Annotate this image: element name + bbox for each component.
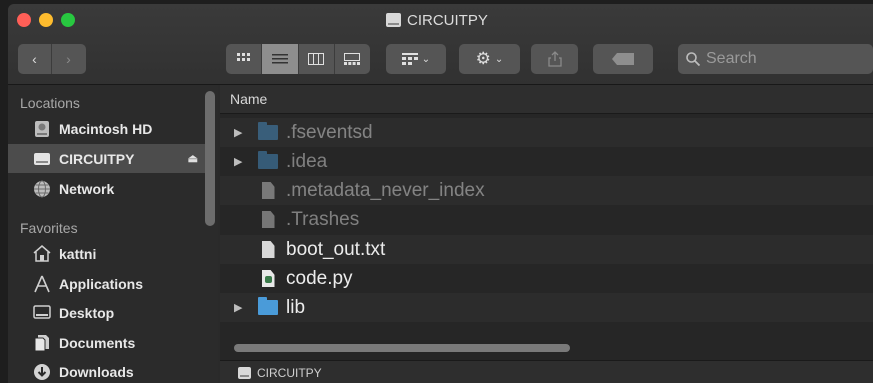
file-name: boot_out.txt <box>286 238 386 260</box>
home-icon <box>32 245 52 263</box>
external-drive-icon <box>238 366 251 379</box>
back-button[interactable]: ‹ <box>18 44 52 74</box>
window-title: CIRCUITPY <box>386 11 488 29</box>
file-name: .Trashes <box>286 208 360 230</box>
sidebar-item-documents[interactable]: Documents <box>8 328 208 357</box>
sidebar-scrollbar[interactable] <box>205 91 215 226</box>
window-title-text: CIRCUITPY <box>407 11 488 29</box>
file-name: .metadata_never_index <box>286 179 485 201</box>
list-item[interactable]: boot_out.txt <box>220 235 873 264</box>
file-name: lib <box>286 296 306 318</box>
document-icon <box>258 210 278 230</box>
sidebar-item-circuitpy[interactable]: CIRCUITPY ⏏ <box>8 144 208 173</box>
sidebar-item-label: Network <box>59 180 115 197</box>
file-list: Name ▶ .fseventsd ▶ .idea .metadata_neve… <box>220 85 873 383</box>
action-menu-button[interactable]: ⚙ ⌄ <box>459 44 520 74</box>
column-header-name[interactable]: Name <box>220 85 873 114</box>
list-item[interactable]: code.py <box>220 264 873 293</box>
icon-view-button[interactable] <box>226 44 263 74</box>
disclosure-triangle-icon[interactable]: ▶ <box>234 155 246 168</box>
downloads-icon <box>32 363 52 381</box>
column-view-icon <box>308 53 325 65</box>
list-item[interactable]: ▶ lib <box>220 293 873 322</box>
sidebar-item-kattni[interactable]: kattni <box>8 239 208 268</box>
search-placeholder: Search <box>706 50 757 67</box>
sidebar-item-macintosh-hd[interactable]: Macintosh HD <box>8 114 208 143</box>
column-view-button[interactable] <box>299 44 335 74</box>
sidebar: Locations Macintosh HD CIRCUITPY ⏏ Netwo… <box>8 85 218 383</box>
tag-button[interactable] <box>593 44 653 74</box>
finder-window: CIRCUITPY ‹ › ⌄ ⚙ ⌄ Search Locations Mac… <box>8 4 873 383</box>
applications-icon <box>32 275 52 293</box>
sidebar-section-locations: Locations <box>20 95 80 111</box>
python-file-icon <box>258 269 278 289</box>
chevron-down-icon: ⌄ <box>421 53 431 65</box>
list-item[interactable]: ▶ .idea <box>220 147 873 176</box>
view-mode-buttons <box>226 44 370 74</box>
file-name: .fseventsd <box>286 121 373 143</box>
gear-icon: ⚙ <box>475 49 491 68</box>
path-bar: CIRCUITPY <box>220 360 873 383</box>
close-window-button[interactable] <box>17 13 31 27</box>
sidebar-item-label: Desktop <box>59 304 115 321</box>
share-button[interactable] <box>531 44 578 74</box>
file-name: .idea <box>286 150 328 172</box>
disclosure-triangle-icon[interactable]: ▶ <box>234 126 246 139</box>
sidebar-item-downloads[interactable]: Downloads <box>8 357 208 383</box>
sidebar-item-desktop[interactable]: Desktop <box>8 298 208 327</box>
text-document-icon <box>258 240 278 260</box>
disclosure-triangle-icon[interactable]: ▶ <box>234 301 246 314</box>
chevron-down-icon: ⌄ <box>494 53 504 65</box>
icon-view-icon <box>236 53 250 61</box>
sidebar-section-favorites: Favorites <box>20 220 78 236</box>
desktop-icon <box>32 304 52 322</box>
share-icon <box>547 51 562 67</box>
path-bar-item[interactable]: CIRCUITPY <box>257 366 322 380</box>
hard-drive-icon <box>32 120 52 138</box>
document-icon <box>258 181 278 201</box>
sidebar-item-label: CIRCUITPY <box>59 150 135 167</box>
external-drive-icon <box>386 13 401 27</box>
folder-icon <box>258 297 278 318</box>
gallery-view-icon <box>344 53 361 65</box>
sidebar-item-label: kattni <box>59 245 97 262</box>
group-menu-button[interactable]: ⌄ <box>386 44 446 74</box>
gallery-view-button[interactable] <box>335 44 370 74</box>
search-icon <box>686 52 700 66</box>
network-globe-icon <box>32 180 52 198</box>
sidebar-item-label: Applications <box>59 275 144 292</box>
column-header-label: Name <box>230 91 268 107</box>
titlebar: CIRCUITPY ‹ › ⌄ ⚙ ⌄ Search <box>8 4 873 85</box>
group-icon <box>401 53 418 65</box>
navigation-buttons: ‹ › <box>18 44 86 74</box>
sidebar-item-applications[interactable]: Applications <box>8 269 208 298</box>
folder-icon <box>258 151 278 172</box>
documents-icon <box>32 334 52 352</box>
eject-icon[interactable]: ⏏ <box>188 152 198 165</box>
zoom-window-button[interactable] <box>61 13 75 27</box>
sidebar-item-label: Downloads <box>59 363 134 380</box>
list-item[interactable]: .metadata_never_index <box>220 176 873 205</box>
sidebar-item-network[interactable]: Network <box>8 174 208 203</box>
sidebar-item-label: Documents <box>59 334 136 351</box>
list-view-icon <box>271 54 288 64</box>
search-field[interactable]: Search <box>678 44 873 74</box>
sidebar-item-label: Macintosh HD <box>59 120 153 137</box>
forward-button[interactable]: › <box>52 44 85 74</box>
horizontal-scrollbar[interactable] <box>234 344 570 352</box>
list-item[interactable]: .Trashes <box>220 205 873 234</box>
tag-icon <box>612 53 634 65</box>
list-view-button[interactable] <box>262 44 299 74</box>
list-item[interactable]: ▶ .fseventsd <box>220 118 873 147</box>
folder-icon <box>258 122 278 143</box>
external-drive-icon <box>32 150 52 168</box>
file-name: code.py <box>286 267 353 289</box>
minimize-window-button[interactable] <box>39 13 53 27</box>
